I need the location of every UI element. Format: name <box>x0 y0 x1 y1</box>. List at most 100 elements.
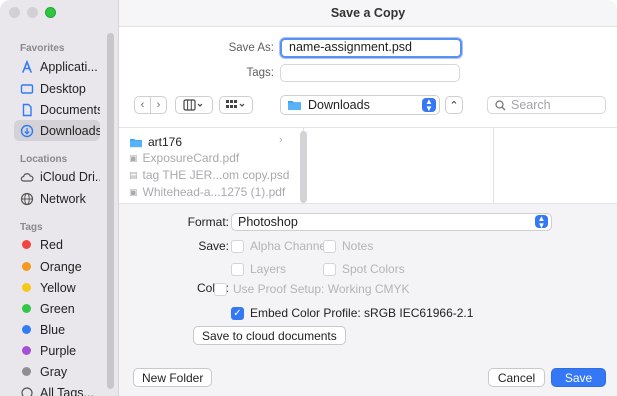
file-row-folder[interactable]: art176 <box>129 134 182 150</box>
layers-checkbox[interactable]: Layers <box>231 262 286 276</box>
cancel-button[interactable]: Cancel <box>488 368 545 387</box>
file-name: art176 <box>148 135 183 149</box>
save-as-input[interactable]: name-assignment.psd <box>280 38 462 58</box>
search-icon <box>495 99 506 110</box>
minimize-window-button[interactable] <box>27 7 38 18</box>
tags-heading: Tags <box>20 222 43 233</box>
chevron-right-icon: › <box>156 99 161 111</box>
sidebar-item-label: Yellow <box>40 280 76 295</box>
chevron-up-icon: ⌃ <box>449 99 459 112</box>
close-window-button[interactable] <box>9 7 20 18</box>
network-icon <box>20 192 34 206</box>
use-proof-checkbox[interactable]: Use Proof Setup: Working CMYK <box>214 282 410 296</box>
expand-collapse-button[interactable]: ⌃ <box>445 96 463 114</box>
all-tags-icon <box>20 386 34 396</box>
tag-color-dot <box>22 240 31 249</box>
sidebar-tag-orange[interactable]: Orange <box>14 256 100 277</box>
sidebar-tag-purple[interactable]: Purple <box>14 340 100 361</box>
document-icon <box>20 103 34 117</box>
sidebar-item-label: Downloads <box>40 123 100 138</box>
applications-icon <box>20 59 34 74</box>
sidebar-tag-blue[interactable]: Blue <box>14 319 100 340</box>
folder-icon <box>288 101 301 110</box>
checkbox-label: Spot Colors <box>342 262 405 276</box>
locations-heading: Locations <box>20 154 68 165</box>
sidebar: Favorites Applicati... Desktop Documents… <box>0 0 119 396</box>
chevron-left-icon: ‹ <box>140 99 145 111</box>
sidebar-item-label: Network <box>40 191 86 206</box>
forward-button[interactable]: › <box>150 96 167 114</box>
psd-file-icon: ▤ <box>129 169 138 180</box>
sidebar-item-icloud[interactable]: iCloud Dri... <box>14 166 100 187</box>
save-dialog: Favorites Applicati... Desktop Documents… <box>0 0 617 396</box>
folder-icon <box>130 138 142 147</box>
chevron-updown-icon: ▲ ▼ <box>422 98 436 113</box>
new-folder-button[interactable]: New Folder <box>133 368 213 387</box>
format-popup[interactable]: Photoshop ▲ ▼ <box>231 213 552 231</box>
location-popup[interactable]: Downloads ▲ ▼ <box>280 95 440 115</box>
tags-label: Tags: <box>246 67 275 79</box>
embed-profile-checkbox[interactable]: ✓ Embed Color Profile: sRGB IEC61966-2.1 <box>231 306 473 320</box>
location-label: Downloads <box>308 98 370 112</box>
tags-input[interactable] <box>280 64 460 82</box>
tag-color-dot <box>22 304 31 313</box>
cloud-icon <box>20 170 34 184</box>
zoom-window-button[interactable] <box>45 7 56 18</box>
format-value: Photoshop <box>238 215 298 229</box>
pdf-file-icon: ▣ <box>129 186 138 197</box>
sidebar-item-desktop[interactable]: Desktop <box>14 78 100 99</box>
dialog-title: Save a Copy <box>119 0 617 27</box>
checkbox-label: Embed Color Profile: sRGB IEC61966-2.1 <box>250 306 474 320</box>
checkbox-box <box>214 282 227 296</box>
sidebar-item-label: Applicati... <box>40 59 98 74</box>
tag-color-dot <box>22 346 31 355</box>
checkbox-box <box>323 262 336 276</box>
sidebar-item-documents[interactable]: Documents <box>14 99 100 120</box>
file-name: tag THE JER...om copy.psd <box>142 168 290 182</box>
columns-view-icon <box>183 99 203 111</box>
file-name: ExposureCard.pdf <box>142 151 240 165</box>
sidebar-tag-gray[interactable]: Gray <box>14 361 100 382</box>
sidebar-item-all-tags[interactable]: All Tags... <box>14 382 100 396</box>
save-to-cloud-button[interactable]: Save to cloud documents <box>193 326 346 345</box>
sidebar-item-applications[interactable]: Applicati... <box>14 56 100 77</box>
sidebar-item-label: Red <box>40 237 63 252</box>
pdf-file-icon: ▣ <box>129 152 138 163</box>
format-options-panel: Format: Photoshop ▲ ▼ Save: Alpha Channel… <box>119 203 617 353</box>
window-controls <box>9 7 56 18</box>
file-browser: art176 › ▣ ExposureCard.pdf ▤ tag THE JE… <box>119 127 617 204</box>
file-row: ▣ Whitehead-a...1275 (1).pdf <box>129 184 285 200</box>
sidebar-tag-green[interactable]: Green <box>14 298 100 319</box>
file-name: Whitehead-a...1275 (1).pdf <box>142 185 286 199</box>
sidebar-tag-yellow[interactable]: Yellow <box>14 277 100 298</box>
sidebar-item-label: Purple <box>40 343 77 358</box>
sidebar-item-downloads[interactable]: Downloads <box>14 120 100 141</box>
format-label: Format: <box>187 215 229 229</box>
view-columns-button[interactable] <box>175 96 213 114</box>
notes-checkbox[interactable]: Notes <box>323 239 373 253</box>
file-row: ▤ tag THE JER...om copy.psd <box>129 167 289 183</box>
spot-colors-checkbox[interactable]: Spot Colors <box>323 262 405 276</box>
checkbox-box <box>231 262 244 276</box>
checkbox-box <box>231 239 244 253</box>
back-button[interactable]: ‹ <box>134 96 151 114</box>
sidebar-item-label: Blue <box>40 322 66 337</box>
sidebar-item-network[interactable]: Network <box>14 188 100 209</box>
dialog-footer: New Folder Cancel Save <box>119 353 617 396</box>
save-button[interactable]: Save <box>551 368 606 387</box>
favorites-heading: Favorites <box>20 43 65 54</box>
alpha-channels-checkbox[interactable]: Alpha Channels <box>231 239 335 253</box>
chevron-right-icon: › <box>279 134 283 146</box>
checkbox-label: Use Proof Setup: Working CMYK <box>233 282 410 296</box>
browser-column-downloads: art176 › ▣ ExposureCard.pdf ▤ tag THE JE… <box>119 128 307 204</box>
sidebar-item-label: Desktop <box>40 81 86 96</box>
sidebar-item-label: Documents <box>40 102 100 117</box>
sidebar-tag-red[interactable]: Red <box>14 234 100 255</box>
group-view-button[interactable] <box>219 96 253 114</box>
search-field[interactable]: Search <box>487 96 606 114</box>
sidebar-item-label: iCloud Dri... <box>40 169 100 184</box>
sidebar-item-label: Gray <box>40 364 68 379</box>
checkbox-label: Layers <box>250 262 287 276</box>
sidebar-scrollbar[interactable] <box>107 33 114 389</box>
desktop-icon <box>20 82 34 96</box>
